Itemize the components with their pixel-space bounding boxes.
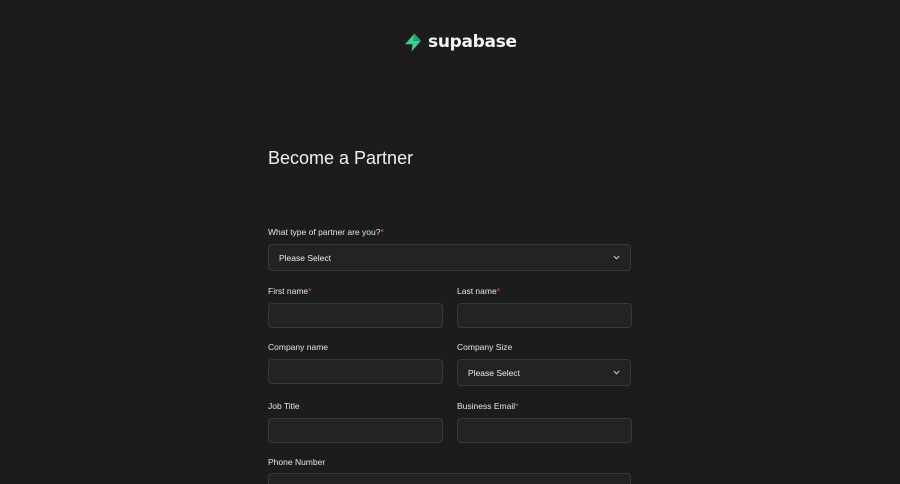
partner-type-label: What type of partner are you?* xyxy=(268,227,384,237)
business-email-label-text: Business Email xyxy=(457,401,516,411)
last-name-label-text: Last name xyxy=(457,286,497,296)
required-marker: * xyxy=(515,401,519,411)
required-marker: * xyxy=(380,227,384,237)
partner-type-label-text: What type of partner are you? xyxy=(268,227,381,237)
business-email-input[interactable] xyxy=(457,418,632,443)
last-name-input[interactable] xyxy=(457,303,632,328)
company-size-label: Company Size xyxy=(457,342,513,352)
required-marker: * xyxy=(496,286,501,296)
supabase-bolt-icon xyxy=(405,33,421,51)
partner-type-value: Please Select xyxy=(279,252,331,263)
page-title: Become a Partner xyxy=(268,148,414,168)
chevron-down-icon xyxy=(613,369,621,377)
partner-type-select[interactable]: Please Select xyxy=(268,244,631,271)
company-size-select[interactable]: Please Select xyxy=(457,359,631,386)
brand-name: supabase xyxy=(428,32,517,52)
job-title-input[interactable] xyxy=(268,418,443,443)
job-title-label: Job Title xyxy=(268,401,300,411)
phone-number-label: Phone Number xyxy=(268,457,326,467)
company-name-label: Company name xyxy=(268,342,329,352)
company-size-value: Please Select xyxy=(468,367,520,378)
first-name-label: First name* xyxy=(268,286,311,296)
last-name-label: Last name* xyxy=(457,286,500,296)
company-name-input[interactable] xyxy=(268,359,443,384)
phone-number-input[interactable] xyxy=(268,473,631,484)
first-name-label-text: First name xyxy=(268,286,309,296)
supabase-logo[interactable]: supabase xyxy=(404,32,517,52)
required-marker: * xyxy=(308,286,312,296)
chevron-down-icon xyxy=(613,254,621,262)
first-name-input[interactable] xyxy=(268,303,443,328)
business-email-label: Business Email* xyxy=(457,401,518,411)
